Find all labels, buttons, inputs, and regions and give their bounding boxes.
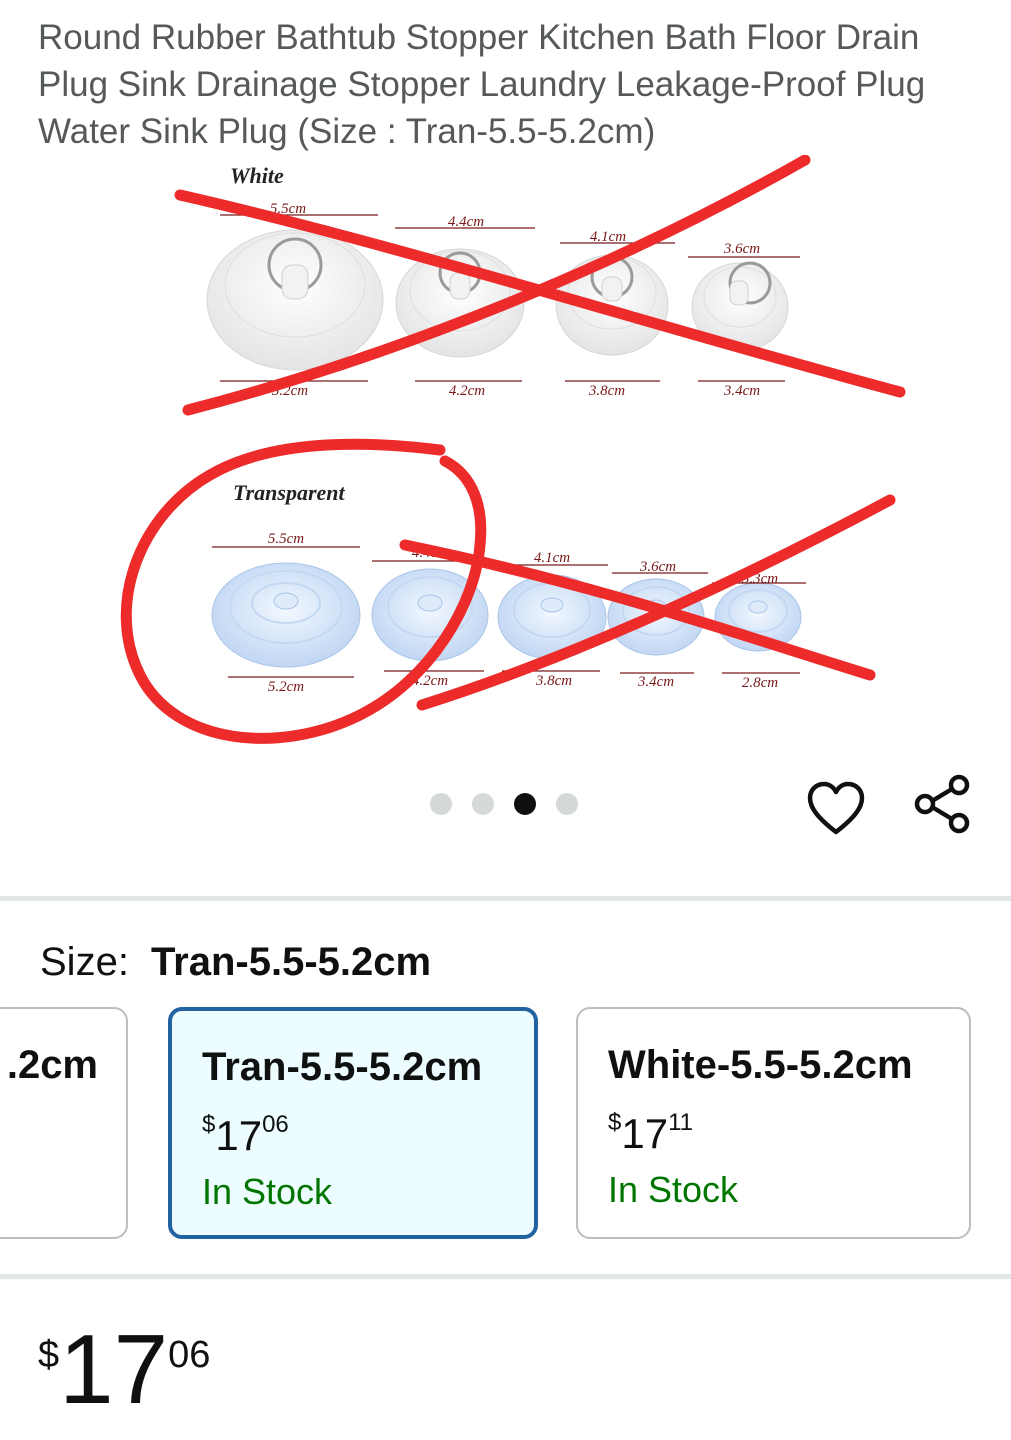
size-label: Size: <box>40 940 129 984</box>
share-icon[interactable] <box>912 773 974 835</box>
price-cents: 11 <box>668 1109 693 1136</box>
dim-label: 5.5cm <box>268 531 304 547</box>
size-option-name: White-5.5-5.2cm <box>608 1043 913 1087</box>
size-option-card[interactable]: .2cm <box>0 1007 128 1239</box>
dim-label: 4.1cm <box>534 550 570 566</box>
image-carousel-dots[interactable] <box>430 793 578 815</box>
dim-label: 3.6cm <box>723 241 760 257</box>
size-option-name: .2cm <box>6 1043 98 1087</box>
size-option-card-selected[interactable]: Tran-5.5-5.2cm $1706 In Stock <box>168 1007 538 1239</box>
price-cents: 06 <box>262 1111 289 1138</box>
price-cents: 06 <box>168 1334 211 1376</box>
dim-label: 4.2cm <box>449 383 485 399</box>
transparent-label: Transparent <box>233 480 346 505</box>
stock-status: In Stock <box>202 1171 333 1212</box>
section-divider <box>0 1274 1011 1279</box>
carousel-dot-active[interactable] <box>514 793 536 815</box>
price-currency: $ <box>38 1334 60 1376</box>
white-label: White <box>230 163 284 188</box>
price-currency: $ <box>202 1111 216 1138</box>
white-stoppers <box>206 229 789 371</box>
product-image[interactable]: White 5.5cm 4.4cm 4.1cm 3.6cm 5.2cm 4.2c… <box>100 155 920 755</box>
dim-label: 2.8cm <box>742 675 778 691</box>
dim-label: 5.2cm <box>268 679 304 695</box>
selected-size: Tran-5.5-5.2cm <box>150 940 432 984</box>
size-selector-header: Size: Tran-5.5-5.2cm <box>40 938 431 986</box>
size-option-price: $1711 <box>608 1109 693 1158</box>
product-title: Round Rubber Bathtub Stopper Kitchen Bat… <box>38 18 926 151</box>
section-divider <box>0 896 1011 901</box>
stock-status: In Stock <box>608 1169 739 1210</box>
dim-label: 3.6cm <box>639 559 676 575</box>
price-whole: 17 <box>59 1314 169 1424</box>
dim-label: 4.4cm <box>448 214 484 230</box>
dim-label: 3.8cm <box>535 673 572 689</box>
heart-icon[interactable] <box>806 780 866 838</box>
size-option-name: Tran-5.5-5.2cm <box>202 1045 483 1089</box>
dim-label: 4.1cm <box>590 229 626 245</box>
price-whole: 17 <box>621 1110 669 1157</box>
price-currency: $ <box>608 1109 622 1136</box>
dim-label: 3.4cm <box>723 383 760 399</box>
carousel-dot[interactable] <box>430 793 452 815</box>
dim-label: 3.4cm <box>637 674 674 690</box>
price-whole: 17 <box>215 1112 263 1159</box>
carousel-dot[interactable] <box>556 793 578 815</box>
transparent-stoppers <box>211 562 802 668</box>
dim-label: 3.8cm <box>588 383 625 399</box>
main-price: $1706 <box>38 1320 210 1418</box>
size-option-price: $1706 <box>202 1111 289 1160</box>
carousel-dot[interactable] <box>472 793 494 815</box>
size-option-card[interactable]: White-5.5-5.2cm $1711 In Stock <box>576 1007 971 1239</box>
